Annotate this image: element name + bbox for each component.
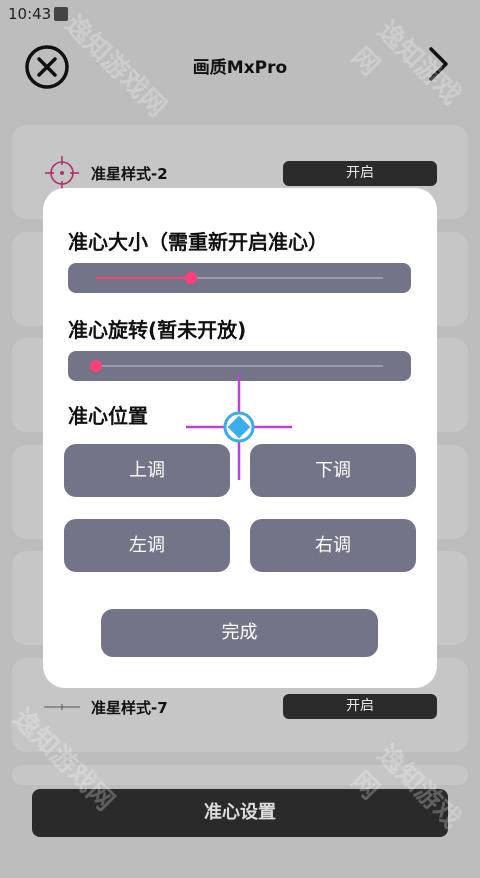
crosshair-style-icon (45, 156, 79, 190)
row-label: 准星样式-7 (91, 699, 168, 717)
size-slider[interactable] (68, 263, 411, 293)
size-slider-fill (96, 277, 191, 279)
done-button[interactable]: 完成 (101, 609, 378, 657)
position-title: 准心位置 (68, 404, 148, 428)
size-title: 准心大小（需重新开启准心） (68, 230, 328, 254)
toggle-button[interactable]: 开启 (283, 161, 437, 186)
notification-icon (54, 7, 68, 21)
move-right-button[interactable]: 右调 (250, 519, 416, 572)
status-time: 10:43 (8, 5, 52, 23)
size-slider-thumb[interactable] (184, 272, 197, 284)
crosshair-icon (186, 374, 292, 480)
toggle-button[interactable]: 开启 (283, 694, 437, 719)
move-left-button[interactable]: 左调 (64, 519, 230, 572)
row-label: 准星样式-2 (91, 165, 168, 183)
rotation-title: 准心旋转(暂未开放) (68, 318, 247, 342)
watermark: 逸知游戏网 (345, 739, 467, 835)
rotation-slider-thumb[interactable] (90, 360, 102, 372)
